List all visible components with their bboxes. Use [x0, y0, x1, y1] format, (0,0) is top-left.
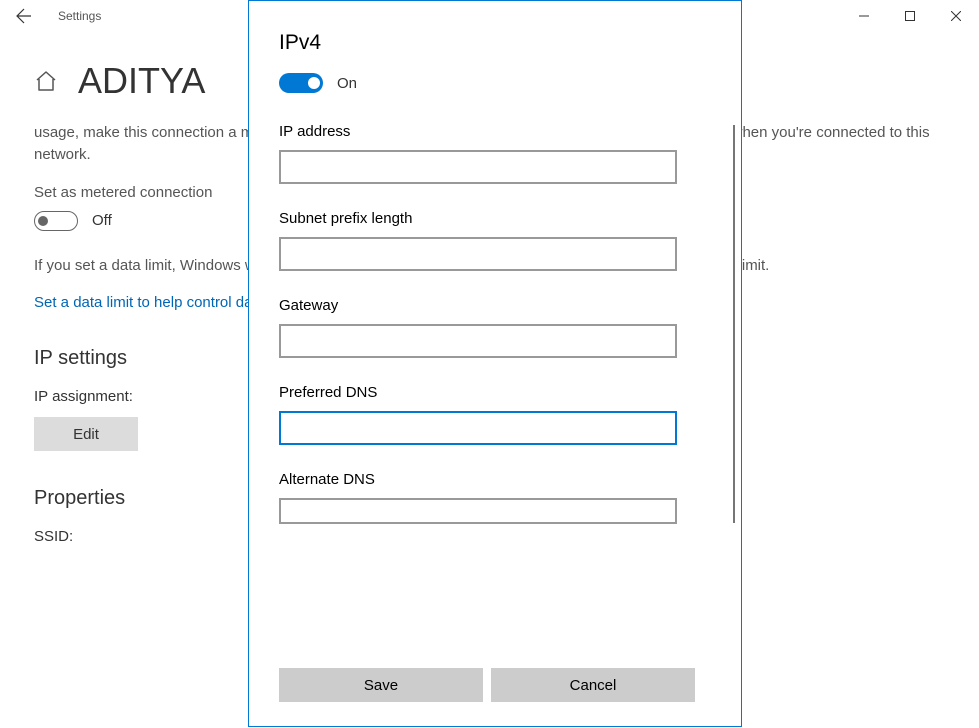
ip-address-label: IP address: [279, 123, 711, 140]
minimize-icon: [859, 11, 869, 21]
titlebar-title: Settings: [58, 9, 101, 23]
gateway-input[interactable]: [279, 324, 677, 358]
scrollbar[interactable]: [733, 125, 735, 523]
edit-button[interactable]: Edit: [34, 417, 138, 451]
back-button[interactable]: [0, 0, 48, 32]
page-title: ADITYA: [78, 60, 205, 102]
subnet-input[interactable]: [279, 237, 677, 271]
preferred-dns-label: Preferred DNS: [279, 384, 711, 401]
cancel-button[interactable]: Cancel: [491, 668, 695, 702]
home-icon: [34, 69, 58, 93]
minimize-button[interactable]: [841, 0, 887, 32]
gateway-label: Gateway: [279, 297, 711, 314]
toggle-knob: [38, 216, 48, 226]
alternate-dns-label: Alternate DNS: [279, 471, 711, 488]
save-button[interactable]: Save: [279, 668, 483, 702]
maximize-button[interactable]: [887, 0, 933, 32]
toggle-knob: [308, 77, 320, 89]
ip-address-input[interactable]: [279, 150, 677, 184]
subnet-label: Subnet prefix length: [279, 210, 711, 227]
preferred-dns-input[interactable]: [279, 411, 677, 445]
back-arrow-icon: [16, 8, 32, 24]
close-button[interactable]: [933, 0, 979, 32]
maximize-icon: [905, 11, 915, 21]
ipv4-dialog: IPv4 On IP address Subnet prefix length …: [248, 0, 742, 727]
dialog-title: IPv4: [279, 31, 711, 55]
alternate-dns-input[interactable]: [279, 498, 677, 524]
metered-toggle-state: Off: [92, 212, 112, 229]
metered-toggle[interactable]: [34, 211, 78, 231]
ipv4-toggle-state: On: [337, 75, 357, 92]
close-icon: [951, 11, 961, 21]
ipv4-toggle[interactable]: [279, 73, 323, 93]
